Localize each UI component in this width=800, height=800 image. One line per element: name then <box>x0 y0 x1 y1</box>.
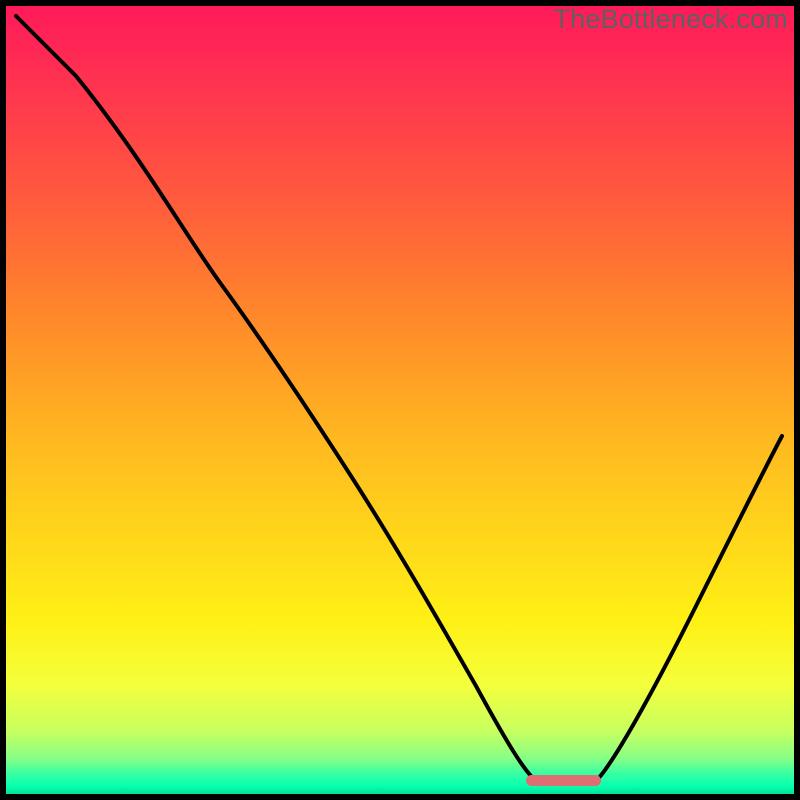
watermark-text: TheBottleneck.com <box>553 4 788 35</box>
chart-canvas <box>6 6 794 794</box>
optimum-marker <box>526 775 601 786</box>
gradient-bg <box>6 6 794 794</box>
chart-frame: TheBottleneck.com <box>0 0 800 800</box>
